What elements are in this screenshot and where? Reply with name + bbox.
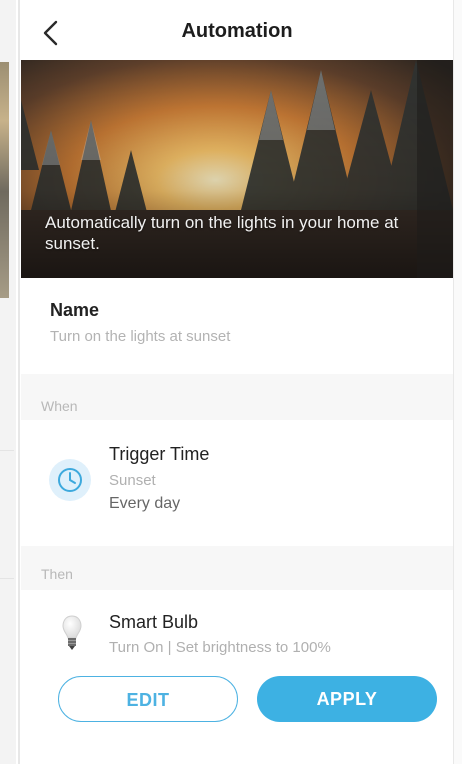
trigger-title: Trigger Time: [109, 444, 210, 464]
trigger-subtitle: Sunset: [109, 472, 156, 489]
name-value: Turn on the lights at sunset: [50, 328, 231, 345]
screen-separator: [18, 0, 20, 764]
page-title: Automation: [181, 20, 293, 42]
trigger-icon-badge: [49, 459, 91, 501]
action-device: Smart Bulb: [109, 612, 199, 632]
hero-caption: Automatically turn on the lights in your…: [45, 213, 399, 253]
hero-banner: Automatically turn on the lights in your…: [21, 60, 453, 278]
trigger-repeat: Every day: [109, 495, 181, 512]
bulb-icon: [62, 615, 82, 650]
top-bar: Automation: [21, 6, 453, 60]
automation-screen: Automation Automatically turn on the lig…: [21, 0, 453, 764]
previous-screen-image: [0, 62, 9, 298]
then-section-header: Then: [21, 546, 453, 590]
edit-button[interactable]: EDIT: [58, 676, 238, 722]
name-label: Name: [50, 300, 100, 320]
next-screen-edge: [453, 0, 462, 764]
previous-screen-edge: [0, 0, 16, 764]
when-section-header: When: [21, 374, 453, 420]
action-row[interactable]: Smart Bulb Turn On | Set brightness to 1…: [21, 590, 453, 670]
when-label: When: [41, 398, 78, 414]
action-detail: Turn On | Set brightness to 100%: [109, 639, 331, 656]
trigger-time-row[interactable]: Trigger Time Sunset Every day: [21, 420, 453, 546]
apply-button[interactable]: APPLY: [257, 676, 437, 722]
previous-divider: [0, 450, 14, 451]
then-label: Then: [41, 566, 73, 582]
name-row[interactable]: Name Turn on the lights at sunset: [21, 278, 453, 374]
previous-divider: [0, 578, 14, 579]
clock-icon: [58, 468, 82, 492]
